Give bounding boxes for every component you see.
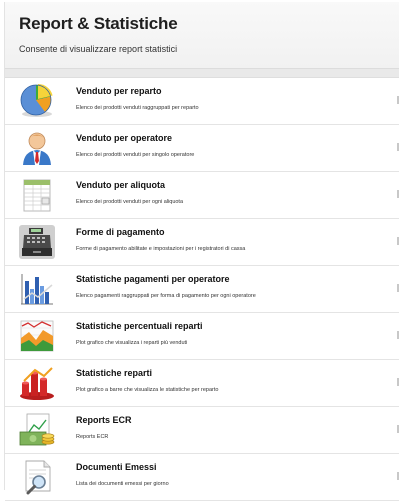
item-description: Elenco dei prodotti venduti raggruppati … (76, 105, 199, 111)
item-title: Documenti Emessi (76, 462, 157, 472)
item-description: Plot grafico che visualizza i reparti pi… (76, 340, 188, 346)
item-title: Statistiche pagamenti per operatore (76, 274, 230, 284)
item-title: Statistiche percentuali reparti (76, 321, 203, 331)
pie-chart-icon (20, 83, 53, 117)
item-title: Venduto per aliquota (76, 180, 166, 190)
list-item-documenti-emessi[interactable]: Documenti Emessi Lista dei documenti eme… (5, 454, 399, 501)
report-page: Report & Statistiche Consente di visuali… (4, 2, 399, 501)
item-title: Reports ECR (76, 415, 132, 425)
cash-register-icon (19, 225, 55, 259)
item-title: Forme di pagamento (76, 227, 165, 237)
item-description: Plot grafico a barre che visualizza le s… (76, 387, 219, 393)
item-description: Elenco dei prodotti venduti per singolo … (76, 152, 195, 158)
3d-bar-chart-icon (20, 367, 54, 400)
list-item-forme-di-pagamento[interactable]: Forme di pagamento Forme di pagamento ab… (5, 219, 399, 266)
list-item-statistiche-percentuali-reparti[interactable]: Statistiche percentuali reparti Plot gra… (5, 313, 399, 360)
list-item-statistiche-reparti[interactable]: Statistiche reparti Plot grafico a barre… (5, 360, 399, 407)
item-description: Forme di pagamento abilitate e impostazi… (76, 246, 246, 252)
item-description: Reports ECR (76, 434, 109, 440)
money-report-icon (19, 413, 55, 446)
list-item-venduto-per-reparto[interactable]: Venduto per reparto Elenco dei prodotti … (5, 78, 399, 125)
report-list: Venduto per reparto Elenco dei prodotti … (5, 78, 399, 501)
bar-chart-icon (21, 274, 53, 305)
spreadsheet-icon (23, 179, 51, 212)
page-header: Report & Statistiche Consente di visuali… (5, 2, 399, 69)
page-title: Report & Statistiche (19, 14, 178, 33)
item-title: Statistiche reparti (76, 368, 153, 378)
operator-icon (23, 132, 51, 165)
item-description: Elenco pagamenti raggruppati per forma d… (76, 293, 256, 299)
header-divider (5, 69, 399, 78)
list-item-statistiche-pagamenti-per-operatore[interactable]: Statistiche pagamenti per operatore Elen… (5, 266, 399, 313)
area-chart-icon (20, 320, 54, 352)
list-item-venduto-per-operatore[interactable]: Venduto per operatore Elenco dei prodott… (5, 125, 399, 172)
item-title: Venduto per operatore (76, 133, 173, 143)
page-subtitle: Consente di visualizzare report statisti… (19, 44, 178, 54)
item-title: Venduto per reparto (76, 86, 162, 96)
item-description: Lista dei documenti emessi per giorno (76, 481, 169, 487)
list-item-reports-ecr[interactable]: Reports ECR Reports ECR (5, 407, 399, 454)
item-description: Elenco dei prodotti venduti per ogni ali… (76, 199, 184, 205)
list-item-venduto-per-aliquota[interactable]: Venduto per aliquota Elenco dei prodotti… (5, 172, 399, 219)
